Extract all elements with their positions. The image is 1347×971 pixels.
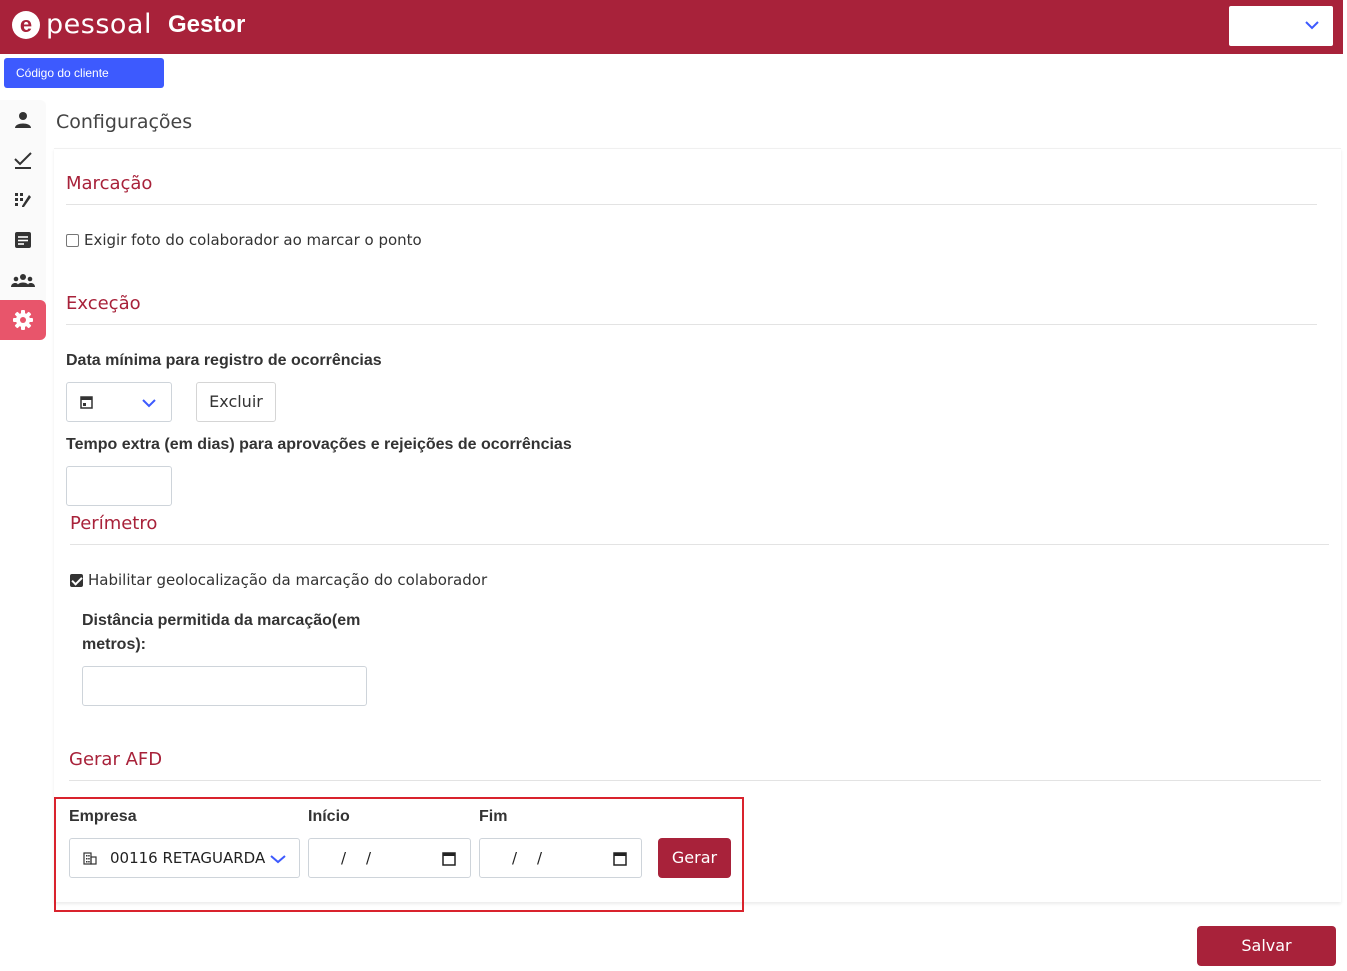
page-title: Configurações (56, 111, 193, 133)
company-dropdown[interactable]: 00116 RETAGUARDA (69, 838, 300, 878)
person-icon (15, 112, 31, 128)
company-value: 00116 RETAGUARDA (110, 849, 266, 867)
sidebar-item-team[interactable] (0, 260, 46, 300)
grid-edit-icon (15, 193, 31, 207)
sidebar-item-schedule[interactable] (0, 180, 46, 220)
app-name: Gestor (167, 11, 246, 38)
section-title-excecao: Exceção (66, 293, 141, 314)
require-photo-checkbox[interactable] (66, 233, 79, 247)
extra-time-input[interactable] (66, 466, 172, 506)
calendar-icon[interactable] (613, 851, 627, 866)
section-title-marcacao: Marcação (66, 173, 153, 194)
section-title-perimetro: Perímetro (70, 513, 158, 534)
divider (70, 544, 1329, 545)
end-label: Fim (479, 808, 508, 825)
geolocation-row: Habilitar geolocalização da marcação do … (70, 571, 487, 589)
generate-afd-button[interactable]: Gerar (658, 838, 731, 878)
top-bar: e pessoal Gestor (0, 0, 1343, 54)
document-icon (15, 232, 31, 248)
divider (69, 780, 1321, 781)
distance-label-line1: Distância permitida da marcação(em (82, 612, 361, 629)
logo-mark: e (12, 11, 40, 39)
min-date-picker[interactable] (66, 382, 172, 422)
sidebar-item-approvals[interactable] (0, 140, 46, 180)
logo-text: pessoal (46, 9, 152, 40)
client-code-button[interactable]: Código do cliente (4, 58, 164, 88)
min-date-label: Data mínima para registro de ocorrências (66, 352, 382, 369)
distance-label-line2: metros): (82, 636, 147, 653)
settings-panel (54, 148, 1341, 902)
group-icon (11, 274, 35, 287)
logo: e pessoal Gestor (12, 10, 245, 40)
require-photo-row: Exigir foto do colaborador ao marcar o p… (66, 231, 422, 249)
gear-icon (13, 310, 33, 330)
sidebar-item-profile[interactable] (0, 100, 46, 140)
date-separator: / (366, 849, 372, 867)
delete-button[interactable]: Excluir (196, 382, 276, 422)
chevron-down-icon (142, 399, 156, 408)
section-title-afd: Gerar AFD (69, 749, 163, 770)
require-photo-label: Exigir foto do colaborador ao marcar o p… (84, 231, 422, 249)
divider (66, 324, 1317, 325)
start-label: Início (308, 808, 350, 825)
geolocation-checkbox[interactable] (70, 573, 83, 587)
sidebar-item-settings[interactable] (0, 300, 46, 340)
chevron-down-icon (270, 855, 286, 864)
building-icon (83, 852, 97, 865)
date-separator: / (537, 849, 543, 867)
start-date-input[interactable]: / / (308, 838, 471, 878)
calendar-icon[interactable] (442, 851, 456, 866)
calendar-icon (80, 396, 93, 409)
geolocation-label: Habilitar geolocalização da marcação do … (88, 571, 488, 589)
distance-input[interactable] (82, 666, 367, 706)
save-button[interactable]: Salvar (1197, 926, 1336, 966)
sidebar (0, 100, 46, 340)
sidebar-item-reports[interactable] (0, 220, 46, 260)
date-separator: / (512, 849, 518, 867)
extra-time-label: Tempo extra (em dias) para aprovações e … (66, 436, 572, 453)
company-label: Empresa (69, 808, 137, 825)
divider (66, 204, 1317, 205)
date-separator: / (341, 849, 347, 867)
end-date-input[interactable]: / / (479, 838, 642, 878)
company-select[interactable] (1229, 6, 1333, 46)
check-icon (14, 152, 32, 169)
chevron-down-icon (1305, 21, 1319, 30)
